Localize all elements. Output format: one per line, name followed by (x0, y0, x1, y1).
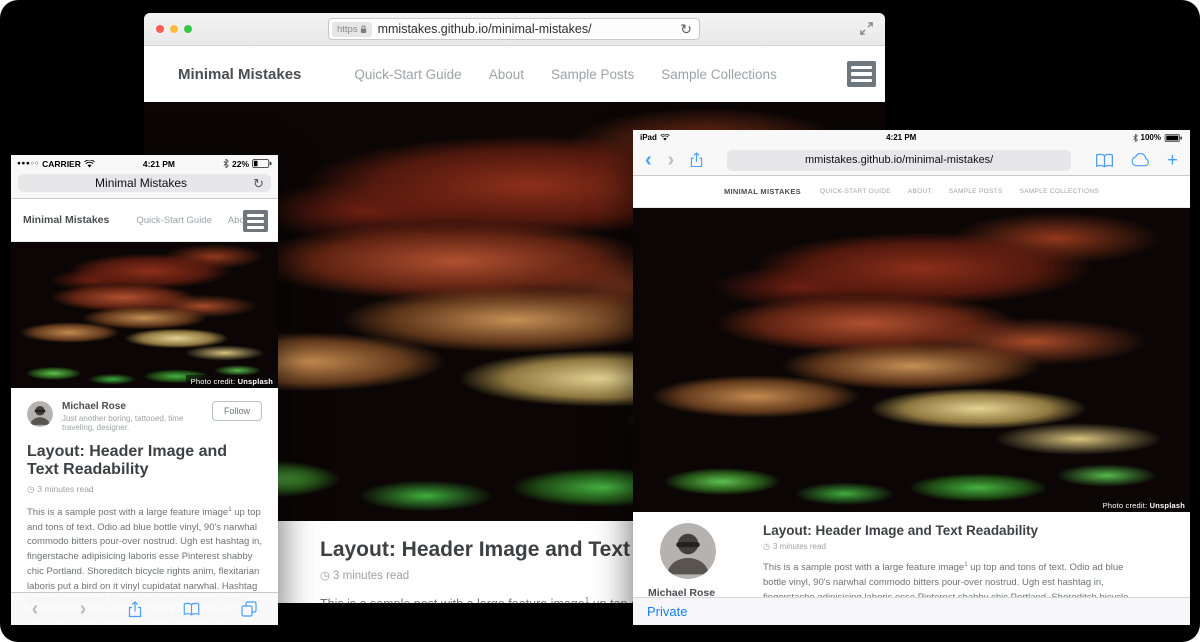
ipad-site-navbar: MINIMAL MISTAKES QUICK-START GUIDE ABOUT… (633, 176, 1190, 208)
iphone-nav-links: Quick-Start Guide About (136, 215, 252, 226)
desktop-nav-links: Quick-Start Guide About Sample Posts Sam… (354, 67, 776, 82)
nav-link-quick-start-guide[interactable]: Quick-Start Guide (354, 67, 461, 82)
https-badge: https (332, 22, 372, 37)
battery-percent: 22% (232, 159, 249, 169)
header-feature-image: Photo credit: Unsplash (11, 242, 278, 388)
author-text: Michael Rose Just another boring, tattoo… (62, 401, 212, 432)
nav-link-sample-posts[interactable]: Sample Posts (551, 67, 634, 82)
iphone-article: Michael Rose Just another boring, tattoo… (11, 388, 278, 625)
follow-button[interactable]: Follow (212, 401, 262, 421)
nav-link-sample-posts[interactable]: SAMPLE POSTS (949, 188, 1003, 195)
ipad-safari-window: iPad 4:21 PM 100% ‹ › (633, 130, 1190, 625)
ipad-address-field[interactable]: mmistakes.github.io/minimal-mistakes/ (727, 150, 1071, 171)
photo-credit: Photo credit: Unsplash (1098, 499, 1190, 512)
zoom-window-button[interactable] (184, 25, 192, 33)
iphone-url-bar: Minimal Mistakes ↻ (11, 172, 278, 199)
bluetooth-icon (223, 159, 229, 168)
nav-link-quick-start-guide[interactable]: Quick-Start Guide (136, 215, 212, 226)
clock-icon: ◷ (320, 570, 330, 582)
ipad-nav-links: QUICK-START GUIDE ABOUT SAMPLE POSTS SAM… (820, 188, 1099, 195)
article-paragraph: This is a sample post with a large featu… (763, 560, 1146, 597)
site-brand-link[interactable]: MINIMAL MISTAKES (724, 187, 801, 196)
composite-background: https mmistakes.github.io/minimal-mistak… (0, 0, 1200, 642)
minimize-window-button[interactable] (170, 25, 178, 33)
nav-link-sample-collections[interactable]: SAMPLE COLLECTIONS (1020, 188, 1099, 195)
new-tab-icon[interactable]: + (1167, 151, 1178, 170)
iphone-bottom-toolbar: ‹ › (11, 592, 278, 625)
private-browsing-bar: Private (633, 597, 1190, 625)
ipad-status-bar: iPad 4:21 PM 100% (633, 130, 1190, 145)
header-feature-image: Photo credit: Unsplash (633, 208, 1190, 512)
desktop-address-bar[interactable]: https mmistakes.github.io/minimal-mistak… (328, 18, 700, 40)
cell-signal-icon: ●●●○○ (17, 160, 39, 167)
wifi-icon (660, 134, 670, 141)
fullscreen-expand-icon[interactable] (859, 21, 874, 41)
battery-percent: 100% (1141, 133, 1161, 142)
desktop-site-navbar: Minimal Mistakes Quick-Start Guide About… (144, 46, 885, 102)
desktop-browser-toolbar: https mmistakes.github.io/minimal-mistak… (144, 13, 885, 46)
forward-icon[interactable]: › (668, 150, 675, 170)
bookmarks-icon[interactable] (183, 602, 200, 616)
menu-hamburger-icon[interactable] (847, 61, 876, 87)
private-button[interactable]: Private (647, 604, 687, 619)
site-brand-link[interactable]: Minimal Mistakes (178, 66, 301, 83)
nav-link-sample-collections[interactable]: Sample Collections (661, 67, 777, 82)
tabs-icon[interactable] (241, 601, 257, 617)
desktop-address-url: mmistakes.github.io/minimal-mistakes/ (378, 22, 674, 36)
bookmarks-icon[interactable] (1095, 153, 1114, 168)
author-row: Michael Rose Just another boring, tattoo… (27, 401, 262, 432)
read-time: ◷3 minutes read (27, 484, 262, 495)
photo-credit: Photo credit: Unsplash (186, 375, 278, 388)
site-brand-link[interactable]: Minimal Mistakes (23, 214, 109, 226)
carrier-label: CARRIER (42, 159, 81, 169)
battery-icon (1164, 134, 1183, 142)
author-avatar (27, 401, 53, 427)
window-controls (156, 25, 192, 33)
share-icon[interactable] (690, 152, 703, 168)
article-main: Layout: Header Image and Text Readabilit… (753, 523, 1146, 597)
iphone-site-navbar: Minimal Mistakes Quick-Start Guide About (11, 199, 278, 242)
nav-link-about[interactable]: ABOUT (908, 188, 932, 195)
read-time: ◷3 minutes read (763, 542, 1146, 551)
close-window-button[interactable] (156, 25, 164, 33)
reload-icon[interactable]: ↻ (680, 22, 692, 36)
ipad-browser-toolbar: ‹ › mmistakes.github.io/minimal-mistakes… (633, 145, 1190, 176)
author-name: Michael Rose (648, 587, 753, 597)
author-avatar (660, 523, 716, 579)
device-label: iPad (640, 133, 657, 142)
article-title: Layout: Header Image and Text Readabilit… (763, 523, 1146, 538)
back-icon[interactable]: ‹ (645, 150, 652, 170)
wifi-icon (84, 160, 95, 168)
forward-icon[interactable]: › (80, 599, 87, 619)
clock-icon: ◷ (763, 542, 770, 551)
back-icon[interactable]: ‹ (32, 599, 39, 619)
iphone-safari-window: ●●●○○ CARRIER 4:21 PM 22% Minimal Mistak… (11, 155, 278, 625)
lock-icon (360, 25, 367, 34)
author-bio: Just another boring, tattooed, time trav… (62, 414, 212, 432)
status-time: 4:21 PM (670, 133, 1133, 142)
iphone-status-bar: ●●●○○ CARRIER 4:21 PM 22% (11, 155, 278, 172)
nav-link-quick-start-guide[interactable]: QUICK-START GUIDE (820, 188, 891, 195)
bluetooth-icon (1133, 134, 1138, 142)
share-icon[interactable] (128, 601, 142, 618)
author-sidebar: Michael Rose Just another boring, tattoo… (648, 523, 753, 597)
author-name: Michael Rose (62, 401, 212, 412)
ipad-address-url: mmistakes.github.io/minimal-mistakes/ (805, 154, 993, 166)
article-title: Layout: Header Image and Text Readabilit… (27, 443, 262, 480)
menu-hamburger-icon[interactable] (243, 210, 268, 232)
clock-icon: ◷ (27, 484, 34, 494)
page-title: Minimal Mistakes (18, 176, 246, 190)
ipad-article: Michael Rose Just another boring, tattoo… (633, 512, 1190, 597)
iphone-address-field[interactable]: Minimal Mistakes ↻ (18, 174, 271, 192)
battery-icon (252, 159, 272, 168)
nav-link-about[interactable]: About (489, 67, 524, 82)
reload-icon[interactable]: ↻ (253, 177, 264, 190)
status-time: 4:21 PM (95, 159, 223, 169)
https-label: https (337, 24, 358, 35)
icloud-tabs-icon[interactable] (1130, 153, 1151, 167)
